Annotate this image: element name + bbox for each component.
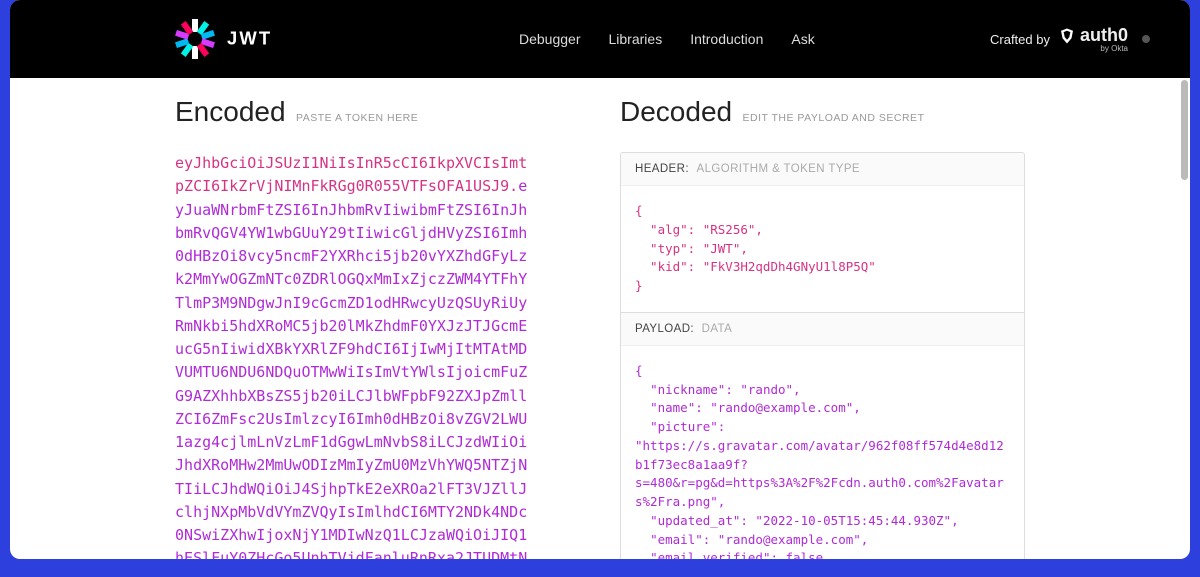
payload-hint: DATA — [702, 323, 733, 335]
encoded-title: Encoded — [175, 96, 286, 128]
browser-frame: JWT Debugger Libraries Introduction Ask … — [0, 0, 1200, 577]
auth0-text: auth0 — [1080, 25, 1128, 46]
decoded-payload-section: PAYLOAD: DATA { "nickname": "rando", "na… — [621, 312, 1024, 559]
header-hint: ALGORITHM & TOKEN TYPE — [697, 163, 860, 175]
topbar: JWT Debugger Libraries Introduction Ask … — [10, 0, 1190, 78]
payload-label: PAYLOAD: — [635, 323, 694, 335]
decoded-header-body[interactable]: { "alg": "RS256", "typ": "JWT", "kid": "… — [621, 186, 1024, 312]
main-content: Encoded PASTE A TOKEN HERE eyJhbGciOiJSU… — [10, 78, 1190, 559]
encoded-hint: PASTE A TOKEN HERE — [296, 112, 418, 124]
vertical-scrollbar[interactable] — [1181, 80, 1188, 180]
auth0-shield-icon — [1058, 27, 1076, 45]
decoded-payload-bar: PAYLOAD: DATA — [621, 313, 1024, 346]
header-label: HEADER: — [635, 163, 689, 175]
decoded-header-section: HEADER: ALGORITHM & TOKEN TYPE { "alg": … — [621, 153, 1024, 312]
nav-ask[interactable]: Ask — [791, 31, 814, 47]
nav-libraries[interactable]: Libraries — [609, 31, 663, 47]
nav-introduction[interactable]: Introduction — [690, 31, 763, 47]
auth0-logo: auth0 by Okta — [1058, 25, 1128, 53]
crafted-by[interactable]: Crafted by auth0 by Okta — [990, 25, 1150, 53]
crafted-by-label: Crafted by — [990, 32, 1050, 47]
decoded-title: Decoded — [620, 96, 732, 128]
encoded-token-area[interactable]: eyJhbGciOiJSUzI1NiIsInR5cCI6IkpXVCIsImtp… — [175, 152, 580, 559]
jwt-logo[interactable]: JWT — [175, 19, 319, 59]
encoded-column: Encoded PASTE A TOKEN HERE eyJhbGciOiJSU… — [175, 96, 580, 559]
decoded-panels: HEADER: ALGORITHM & TOKEN TYPE { "alg": … — [620, 152, 1025, 559]
jwt-asterisk-icon — [175, 19, 215, 59]
decoded-column: Decoded EDIT THE PAYLOAD AND SECRET HEAD… — [620, 96, 1025, 559]
nav-debugger[interactable]: Debugger — [519, 31, 581, 47]
auth0-byline: by Okta — [1100, 44, 1128, 53]
main-nav: Debugger Libraries Introduction Ask — [519, 31, 815, 47]
decoded-hint: EDIT THE PAYLOAD AND SECRET — [743, 112, 925, 124]
status-dot — [1142, 35, 1150, 43]
svg-text:JWT: JWT — [227, 28, 272, 49]
jwt-wordmark: JWT — [227, 26, 319, 52]
app-window: JWT Debugger Libraries Introduction Ask … — [10, 0, 1190, 559]
decoded-header-bar: HEADER: ALGORITHM & TOKEN TYPE — [621, 153, 1024, 186]
decoded-payload-body[interactable]: { "nickname": "rando", "name": "rando@ex… — [621, 346, 1024, 559]
